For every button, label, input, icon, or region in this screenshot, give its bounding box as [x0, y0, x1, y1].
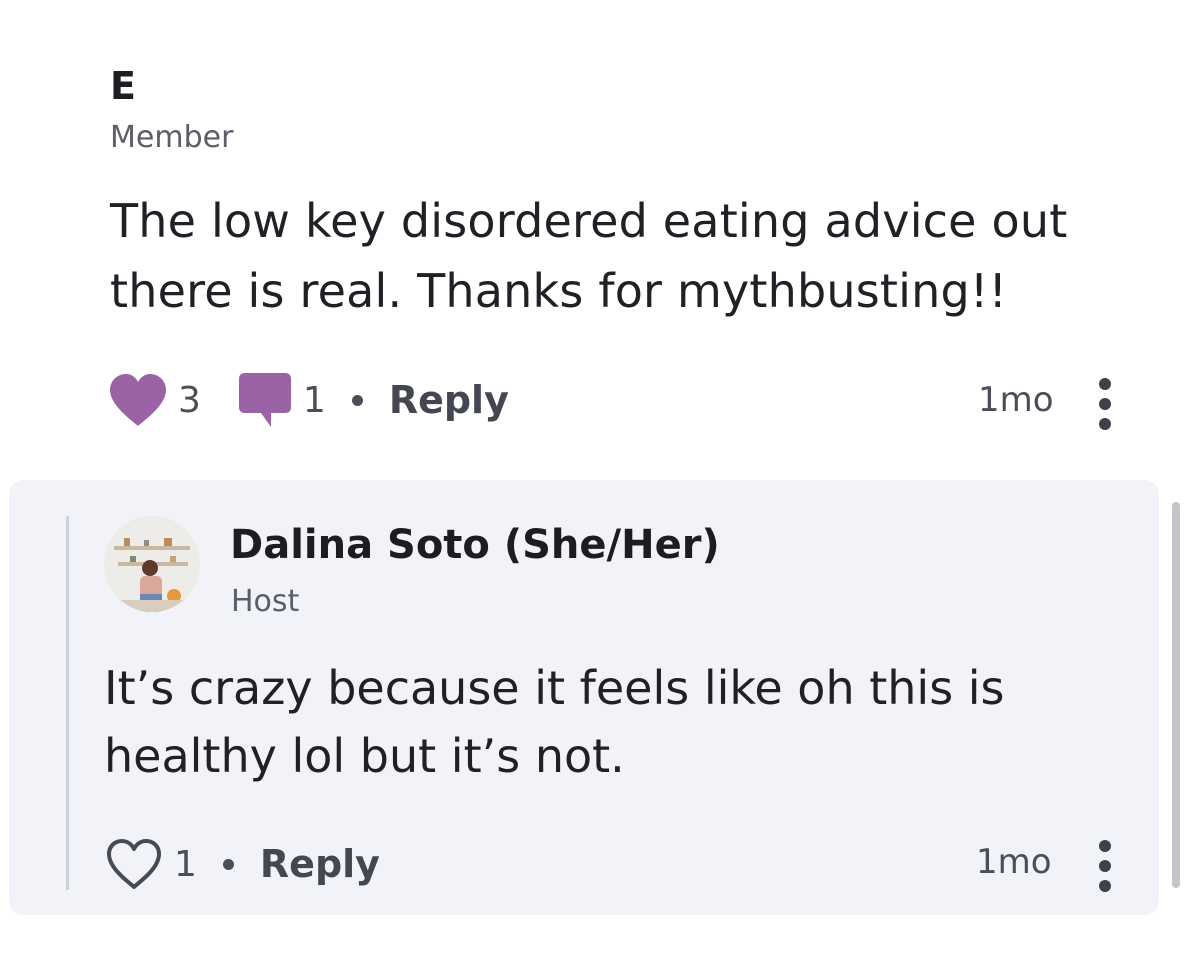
comment-count: 1	[302, 379, 326, 421]
avatar[interactable]	[104, 516, 200, 612]
reply-author[interactable]: Dalina Soto (She/Her)	[230, 520, 720, 570]
like-count: 1	[174, 843, 197, 885]
reply-actions: 1 Reply	[104, 836, 380, 892]
comment-actions: 3 1 Reply	[108, 372, 509, 428]
comment-timestamp: 1mo	[978, 380, 1054, 420]
comment-author-role: Member	[110, 120, 234, 155]
kebab-menu-icon[interactable]	[1098, 840, 1112, 892]
thread-line	[66, 516, 69, 890]
comment-body: The low key disordered eating advice out…	[110, 194, 1068, 318]
like-count: 3	[178, 379, 201, 421]
reply-author-role: Host	[231, 584, 300, 619]
comment: E Member The low key disordered eating a…	[110, 64, 1150, 326]
separator-dot	[222, 858, 234, 870]
speech-bubble-icon[interactable]	[237, 371, 293, 429]
reply-button[interactable]: Reply	[260, 842, 380, 886]
separator-dot	[351, 394, 363, 406]
reply-button[interactable]: Reply	[389, 378, 509, 422]
kebab-menu-icon[interactable]	[1098, 378, 1112, 430]
reply-body: It’s crazy because it feels like oh this…	[104, 661, 1005, 783]
comment-author[interactable]: E	[110, 64, 1150, 108]
heart-outline-icon[interactable]	[104, 836, 164, 892]
scrollbar[interactable]	[1172, 502, 1180, 888]
heart-icon[interactable]	[108, 372, 168, 428]
reply-timestamp: 1mo	[976, 842, 1052, 882]
